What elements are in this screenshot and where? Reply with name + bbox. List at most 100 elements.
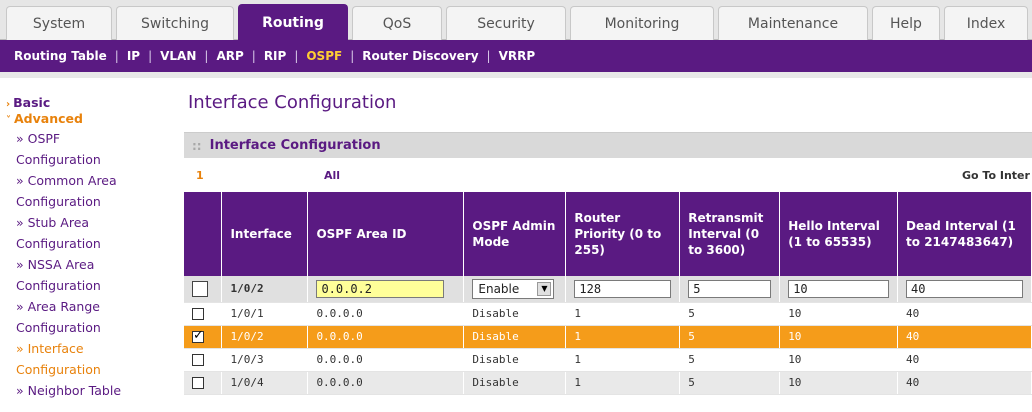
page-number[interactable]: 1 (196, 169, 204, 182)
area-id-input[interactable]: 0.0.0.2 (316, 279, 445, 298)
nav-ospf-configuration[interactable]: » OSPF (16, 130, 60, 148)
subnav-separator: | (204, 49, 209, 63)
chevron-down-icon: ▼ (537, 281, 552, 296)
tab-maintenance[interactable]: Maintenance (718, 6, 868, 40)
subnav-separator: | (350, 49, 355, 63)
table-row[interactable]: 1/0/3 0.0.0.0 Disable 1 5 10 40 (184, 348, 1032, 372)
nav-item-line1: » Stub Area (16, 215, 90, 230)
cell-retransmit: 5 (679, 371, 781, 395)
header-hello-interval: Hello Interval (1 to 65535) (779, 192, 899, 276)
nav-common-area-cont[interactable]: Configuration (16, 193, 101, 211)
subnav-separator: | (251, 49, 256, 63)
hello-interval-input[interactable]: 10 (788, 279, 890, 298)
header-admin-mode: OSPF Admin Mode (463, 192, 567, 276)
tab-security[interactable]: Security (446, 6, 566, 40)
grip-icon: :: (192, 138, 202, 153)
cell-admin-mode: Disable (463, 302, 567, 326)
nav-area-range[interactable]: » Area Range (16, 298, 100, 316)
tab-help[interactable]: Help (872, 6, 940, 40)
subnav-separator: | (486, 49, 491, 63)
subnav-ospf[interactable]: OSPF (306, 49, 342, 63)
edit-priority-cell: 128 (565, 276, 681, 303)
cell-retransmit: 5 (679, 302, 781, 326)
nav-item-line2: Configuration (16, 152, 101, 167)
nav-interface-configuration[interactable]: » Interface (16, 340, 84, 358)
row-checkbox-checked[interactable] (192, 328, 204, 343)
cell-dead: 40 (897, 348, 1032, 372)
show-all-link[interactable]: All (324, 169, 340, 182)
cell-hello: 10 (779, 325, 899, 349)
tab-index[interactable]: Index (944, 6, 1028, 40)
nav-neighbor-table[interactable]: » Neighbor Table (16, 382, 121, 400)
cell-priority: 1 (565, 371, 681, 395)
header-select (184, 192, 223, 276)
subnav-vrrp[interactable]: VRRP (499, 49, 536, 63)
tab-system[interactable]: System (6, 6, 112, 40)
router-priority-input[interactable]: 128 (574, 279, 672, 298)
admin-mode-value: Enable (478, 281, 520, 296)
row-checkbox[interactable] (192, 308, 204, 320)
select-all-checkbox[interactable] (192, 280, 208, 297)
subnav-separator: | (148, 49, 153, 63)
subnav-ip[interactable]: IP (127, 49, 140, 63)
cell-retransmit: 5 (679, 348, 781, 372)
nav-area-range-cont[interactable]: Configuration (16, 319, 101, 337)
cell-dead: 40 (897, 371, 1032, 395)
retransmit-interval-input[interactable]: 5 (688, 279, 772, 298)
table-row-selected[interactable]: 1/0/2 0.0.0.0 Disable 1 5 10 40 (184, 325, 1032, 349)
admin-mode-select[interactable]: Enable ▼ (472, 278, 555, 299)
edit-retransmit-cell: 5 (679, 276, 781, 303)
tab-switching[interactable]: Switching (116, 6, 234, 40)
nav-ospf-configuration-cont[interactable]: Configuration (16, 151, 101, 169)
subnav-rip[interactable]: RIP (264, 49, 287, 63)
nav-item-line1: » Interface (16, 341, 84, 356)
dead-interval-input[interactable]: 40 (906, 279, 1023, 298)
subnav-router-discovery[interactable]: Router Discovery (362, 49, 478, 63)
row-checkbox[interactable] (192, 377, 204, 389)
cell-priority: 1 (565, 302, 681, 326)
left-navigation: › Basic ˅ Advanced » OSPF Configuration » … (0, 78, 172, 412)
subnav-arp[interactable]: ARP (216, 49, 243, 63)
nav-nssa-area[interactable]: » NSSA Area (16, 256, 94, 274)
row-checkbox[interactable] (192, 354, 204, 366)
table-row[interactable]: 1/0/4 0.0.0.0 Disable 1 5 10 40 (184, 371, 1032, 395)
cell-interface: 1/0/1 (221, 302, 309, 326)
cell-area-id: 0.0.0.0 (307, 371, 465, 395)
cell-admin-mode: Disable (463, 325, 567, 349)
nav-item-line2: Configuration (16, 278, 101, 293)
nav-stub-area[interactable]: » Stub Area (16, 214, 89, 232)
cell-hello: 10 (779, 371, 899, 395)
cell-interface: 1/0/4 (221, 371, 309, 395)
nav-stub-area-cont[interactable]: Configuration (16, 235, 101, 253)
header-area-id: OSPF Area ID (307, 192, 465, 276)
go-to-interface-label: Go To Inter (962, 169, 1030, 182)
subnav-routing-table[interactable]: Routing Table (14, 49, 107, 63)
cell-area-id: 0.0.0.0 (307, 348, 465, 372)
nav-advanced[interactable]: ˅ Advanced (6, 110, 83, 130)
cell-hello: 10 (779, 302, 899, 326)
subnav-vlan[interactable]: VLAN (160, 49, 196, 63)
sub-navigation: Routing Table | IP | VLAN | ARP | RIP | OSPF |… (0, 40, 1032, 72)
chevron-right-icon: › (6, 99, 11, 110)
page-title: Interface Configuration (188, 92, 397, 113)
tab-routing[interactable]: Routing (238, 4, 348, 40)
cell-hello: 10 (779, 348, 899, 372)
table-row[interactable]: 1/0/1 0.0.0.0 Disable 1 5 10 40 (184, 302, 1032, 326)
cell-area-id: 0.0.0.0 (307, 325, 465, 349)
interface-configuration-panel: :: Interface Configuration 1 All Go To I… (184, 132, 1032, 412)
cell-area-id: 0.0.0.0 (307, 302, 465, 326)
nav-nssa-area-cont[interactable]: Configuration (16, 277, 101, 295)
nav-interface-configuration-cont[interactable]: Configuration (16, 361, 101, 379)
nav-item-line1: » Area Range (16, 299, 100, 314)
tab-qos[interactable]: QoS (352, 6, 442, 40)
row-select-cell (184, 348, 223, 372)
edit-mode-cell: Enable ▼ (463, 276, 567, 303)
nav-advanced-label: Advanced (14, 111, 83, 126)
tab-monitoring[interactable]: Monitoring (570, 6, 714, 40)
cell-admin-mode: Disable (463, 348, 567, 372)
nav-item-line1: » Neighbor Table (16, 383, 122, 398)
table-header-row: Interface OSPF Area ID OSPF Admin Mode R… (184, 192, 1032, 276)
nav-item-line2: Configuration (16, 320, 101, 335)
nav-common-area[interactable]: » Common Area (16, 172, 117, 190)
chevron-down-icon: ˅ (6, 115, 11, 126)
